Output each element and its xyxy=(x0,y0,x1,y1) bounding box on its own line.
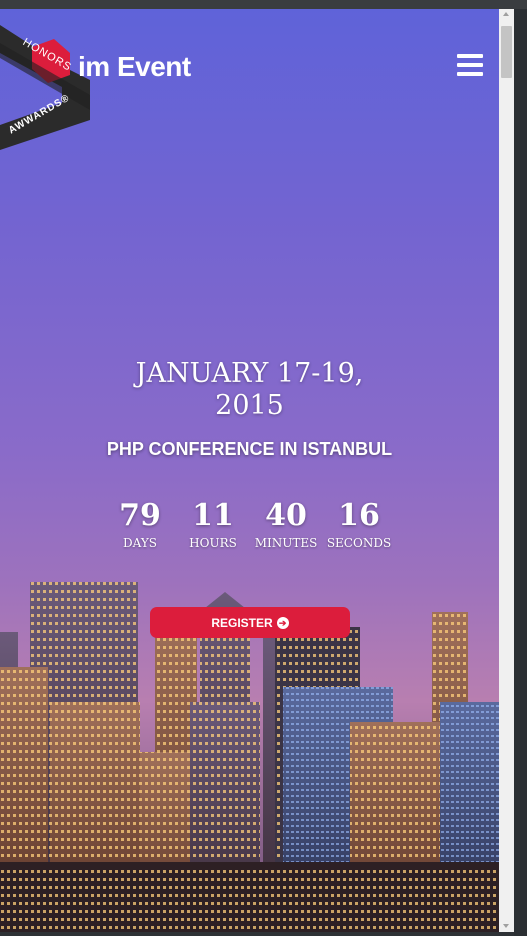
countdown-seconds-value: 16 xyxy=(338,498,380,533)
arrow-circle-right-icon: ➔ xyxy=(276,616,289,629)
register-button[interactable]: REGISTER ➔ xyxy=(150,607,350,638)
event-subtitle: PHP CONFERENCE IN ISTANBUL xyxy=(106,439,393,459)
vertical-scrollbar[interactable] xyxy=(499,9,514,932)
countdown-minutes: 40 MINUTES xyxy=(250,497,323,551)
countdown-seconds: 16 SECONDS xyxy=(323,497,396,551)
countdown-minutes-value: 40 xyxy=(265,498,307,533)
countdown-minutes-label: MINUTES xyxy=(254,536,318,550)
hamburger-menu-icon[interactable] xyxy=(457,54,483,76)
countdown-timer: 79 DAYS 11 HOURS 40 MINUTES 16 SECONDS xyxy=(0,497,499,551)
register-button-label: REGISTER xyxy=(211,615,273,630)
countdown-days: 79 DAYS xyxy=(104,497,177,551)
countdown-hours-label: HOURS xyxy=(189,536,237,550)
window-frame-right xyxy=(514,9,527,936)
countdown-days-label: DAYS xyxy=(123,536,157,550)
countdown-seconds-label: SECONDS xyxy=(326,536,392,550)
event-date: JANUARY 17-19, 2015 xyxy=(0,358,499,422)
hero-section: HONORS AWWARDS® im Event JANUARY 17-19, … xyxy=(0,9,499,932)
event-date-line1: JANUARY 17-19, xyxy=(135,358,364,389)
countdown-days-value: 79 xyxy=(119,498,161,533)
window-frame-top xyxy=(0,0,527,9)
event-date-line2: 2015 xyxy=(215,390,284,421)
scroll-down-arrow-icon[interactable] xyxy=(503,924,509,928)
countdown-hours: 11 HOURS xyxy=(177,497,250,551)
scrollbar-thumb[interactable] xyxy=(501,26,512,78)
site-logo[interactable]: im Event xyxy=(78,51,191,83)
scroll-up-arrow-icon[interactable] xyxy=(503,12,509,16)
countdown-hours-value: 11 xyxy=(192,498,234,533)
